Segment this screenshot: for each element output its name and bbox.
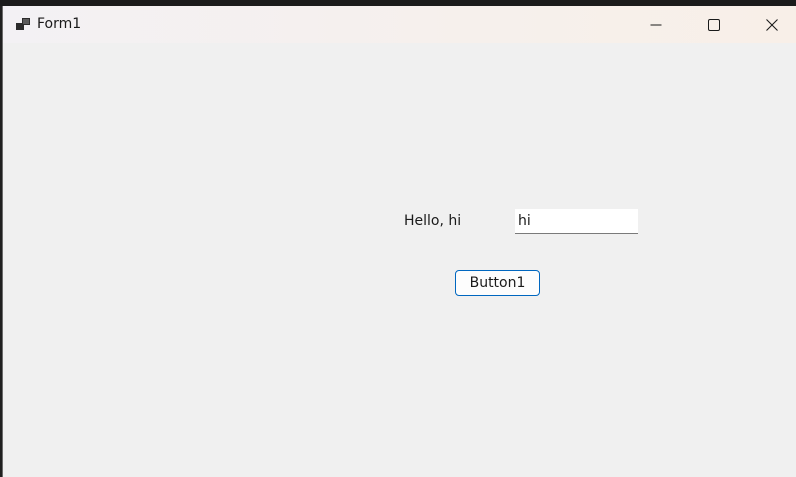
name-textbox[interactable] xyxy=(515,209,638,234)
winforms-app-icon xyxy=(15,16,31,32)
window-title: Form1 xyxy=(37,16,82,32)
form1-window: Form1 Hello, hi Button1 xyxy=(2,6,796,477)
maximize-button[interactable] xyxy=(685,6,743,43)
greeting-label: Hello, hi xyxy=(404,213,462,229)
close-button[interactable] xyxy=(743,6,796,43)
close-icon xyxy=(766,18,778,31)
maximize-icon xyxy=(708,18,720,31)
minimize-icon xyxy=(650,24,662,25)
title-bar[interactable]: Form1 xyxy=(3,6,796,43)
minimize-button[interactable] xyxy=(627,6,685,43)
form-client-area: Hello, hi Button1 xyxy=(3,43,796,477)
button1[interactable]: Button1 xyxy=(455,270,540,296)
